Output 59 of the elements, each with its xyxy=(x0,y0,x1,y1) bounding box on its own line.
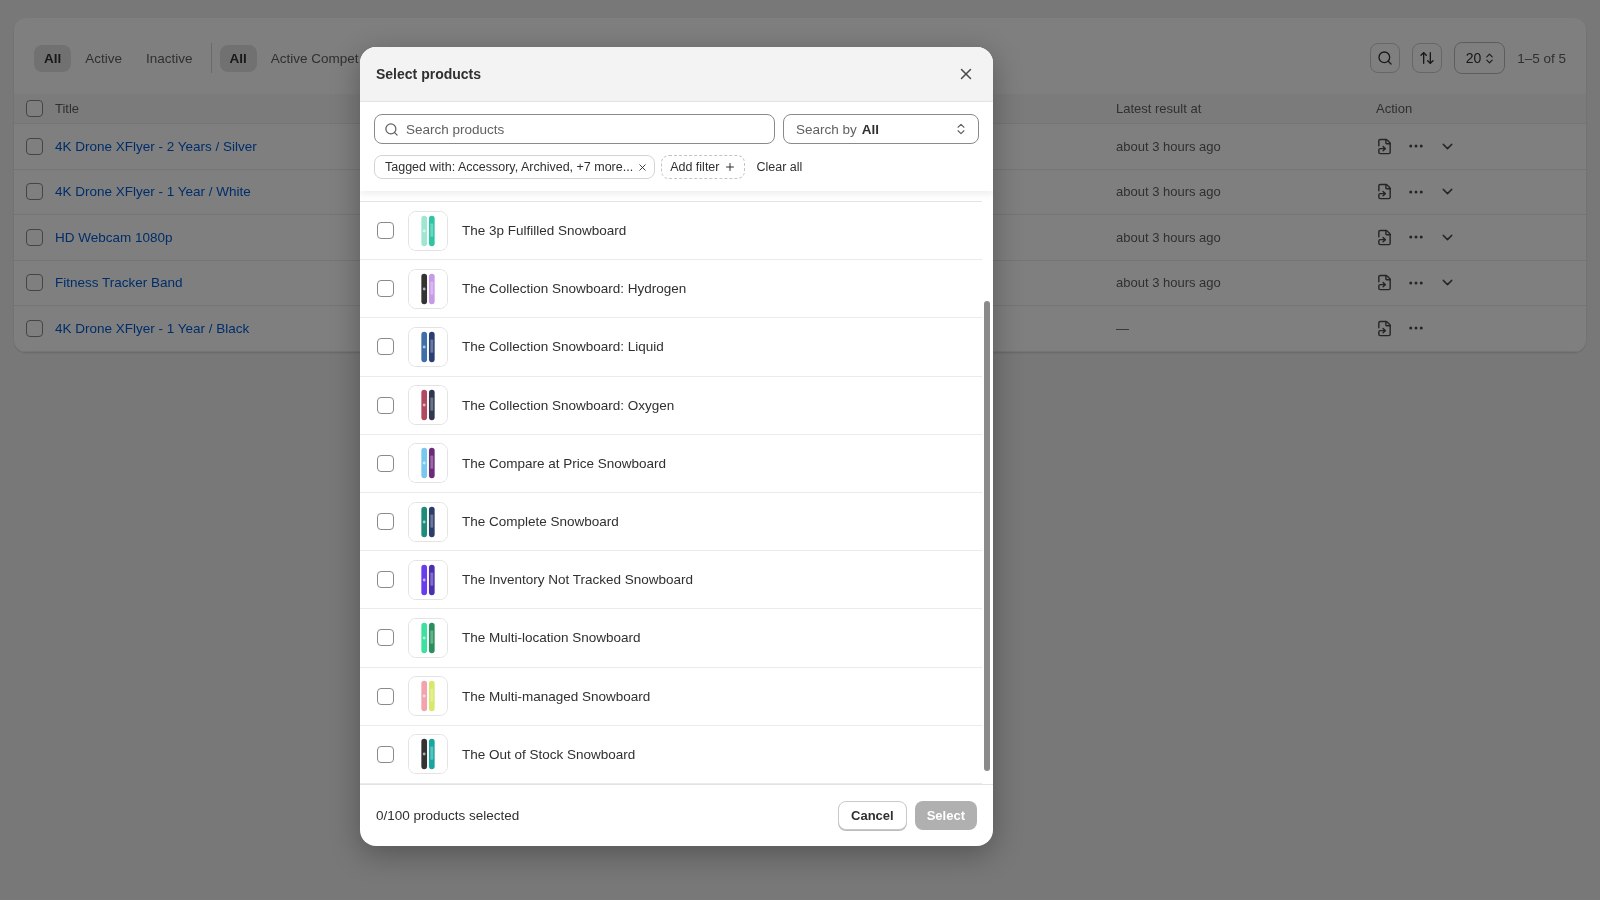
scrollbar[interactable] xyxy=(984,301,990,771)
column-header: Action xyxy=(1376,101,1413,116)
page-size-select[interactable]: 20 xyxy=(1453,42,1506,74)
product-name[interactable]: The Complete Snowboard xyxy=(462,514,619,530)
product-checkbox[interactable] xyxy=(377,338,394,356)
table-cell: about 3 hours ago xyxy=(1116,138,1221,154)
product-name[interactable]: The Out of Stock Snowboard xyxy=(462,746,636,762)
product-checkbox[interactable] xyxy=(377,513,394,531)
product-checkbox[interactable] xyxy=(377,396,394,414)
search-icon xyxy=(384,122,399,137)
document-icon[interactable] xyxy=(1376,137,1393,155)
product-name[interactable]: The 3p Fulfilled Snowboard xyxy=(462,223,627,239)
product-name[interactable]: The Inventory Not Tracked Snowboard xyxy=(462,572,694,588)
product-name[interactable]: The Multi-managed Snowboard xyxy=(462,688,651,704)
product-checkbox[interactable] xyxy=(377,629,394,647)
filter-tab[interactable]: All xyxy=(34,44,72,72)
column-header: Title xyxy=(55,101,80,116)
product-name[interactable]: The Multi-location Snowboard xyxy=(462,630,641,646)
row-checkbox[interactable] xyxy=(26,183,43,201)
product-checkbox[interactable] xyxy=(377,687,394,705)
row-checkbox[interactable] xyxy=(26,274,43,292)
select-all-checkbox[interactable] xyxy=(26,100,43,117)
remove-icon[interactable] xyxy=(637,161,649,173)
search-by-select[interactable]: Search by All xyxy=(783,114,979,144)
table-cell: about 3 hours ago xyxy=(1116,275,1221,291)
clear-all-button[interactable]: Clear all xyxy=(750,160,809,174)
filter-tab[interactable]: All xyxy=(219,44,257,72)
document-icon[interactable] xyxy=(1376,228,1393,246)
product-name[interactable]: The Collection Snowboard: Oxygen xyxy=(462,397,675,413)
search-icon xyxy=(1376,50,1393,66)
row-checkbox[interactable] xyxy=(26,137,43,155)
row-checkbox[interactable] xyxy=(26,228,43,246)
dialog-title: Select products xyxy=(376,66,482,82)
search-button[interactable] xyxy=(1369,43,1400,73)
product-checkbox[interactable] xyxy=(377,454,394,472)
product-name[interactable]: The Collection Snowboard: Hydrogen xyxy=(462,281,687,297)
product-checkbox[interactable] xyxy=(377,745,394,763)
column-header: Latest result at xyxy=(1116,101,1202,116)
product-name[interactable]: The Collection Snowboard: Liquid xyxy=(462,339,664,355)
add-filter-button[interactable]: Add filter xyxy=(661,155,745,179)
product-name[interactable]: The Compare at Price Snowboard xyxy=(462,455,667,471)
selection-count: 0/100 products selected xyxy=(376,808,520,823)
plus-icon xyxy=(723,161,736,173)
table-cell: — xyxy=(1116,320,1129,336)
table-cell: about 3 hours ago xyxy=(1116,229,1221,245)
document-icon[interactable] xyxy=(1376,319,1393,337)
product-checkbox[interactable] xyxy=(377,280,394,298)
filter-chip[interactable]: Tagged with: Accessory, Archived, +7 more... xyxy=(374,155,656,179)
sort-button[interactable] xyxy=(1411,43,1442,73)
search-field[interactable]: Search products xyxy=(374,114,775,144)
table-cell: about 3 hours ago xyxy=(1116,184,1221,200)
sort-arrows-icon xyxy=(1418,50,1435,66)
product-checkbox[interactable] xyxy=(377,222,394,240)
document-icon[interactable] xyxy=(1376,274,1393,292)
dialog-button[interactable]: Cancel xyxy=(838,801,907,830)
document-icon[interactable] xyxy=(1376,183,1393,201)
product-checkbox[interactable] xyxy=(377,571,394,589)
page-range: 1–5 of 5 xyxy=(1517,50,1566,66)
row-checkbox[interactable] xyxy=(26,319,43,337)
